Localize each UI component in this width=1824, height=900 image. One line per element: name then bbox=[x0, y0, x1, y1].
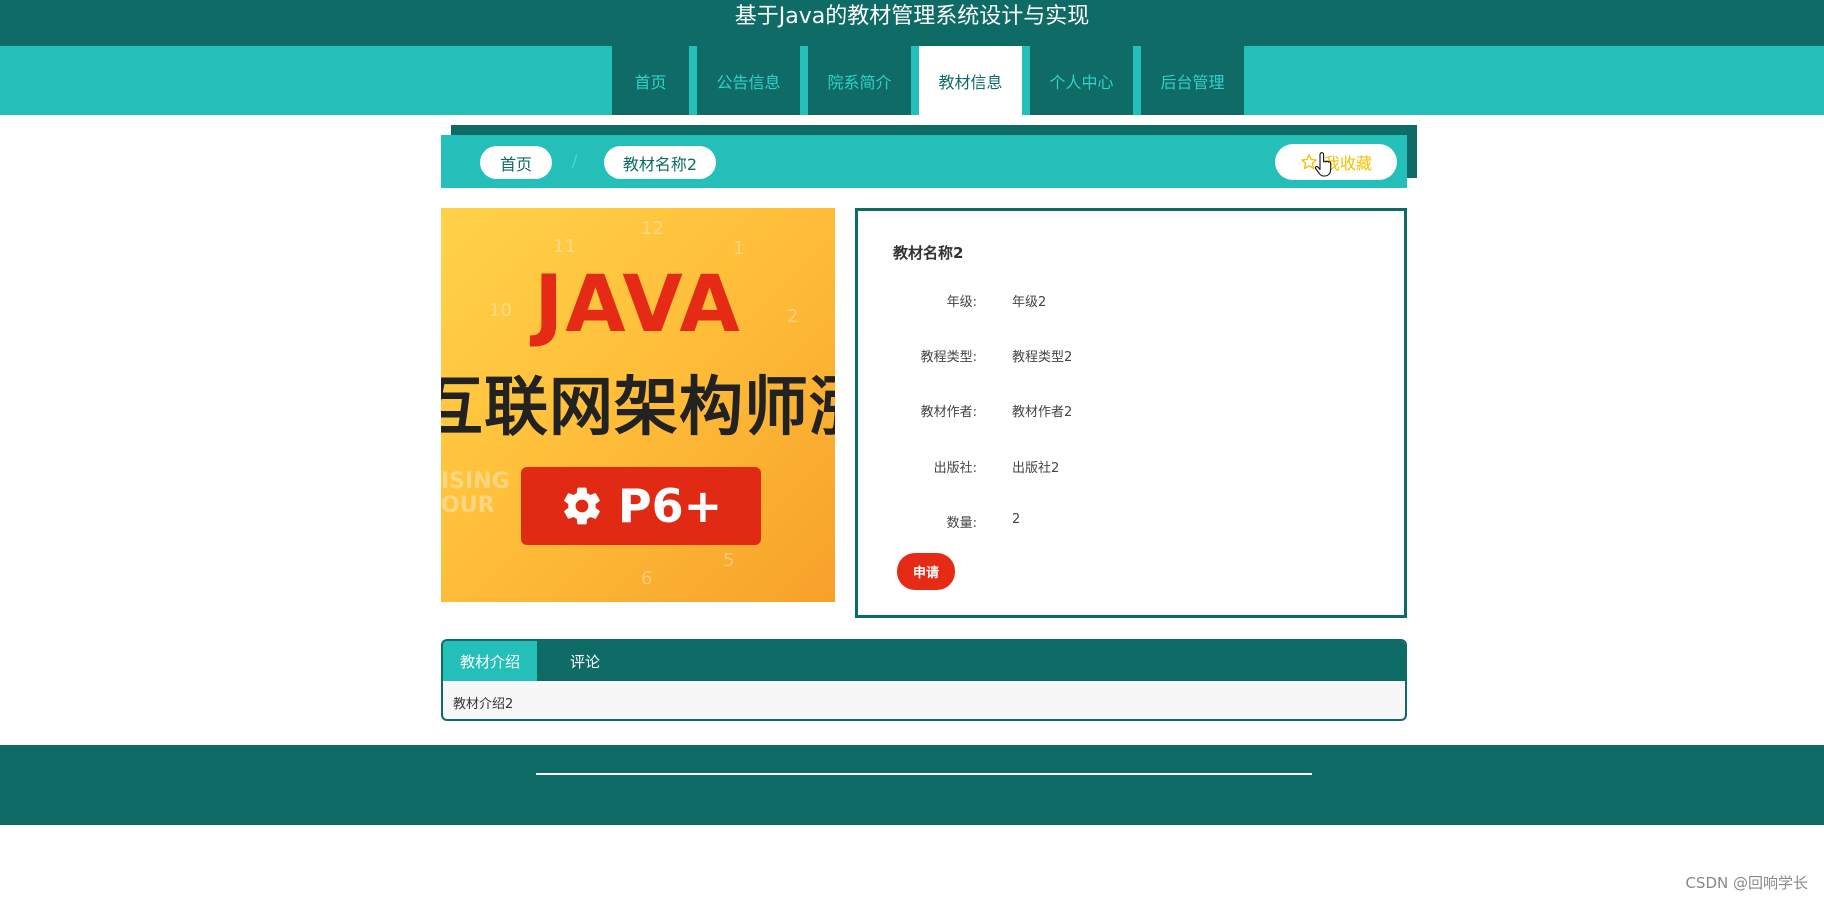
field-value-quantity: 2 bbox=[1012, 512, 1021, 527]
apply-button[interactable]: 申请 bbox=[897, 553, 955, 590]
nav-item-profile[interactable]: 个人中心 bbox=[1030, 46, 1133, 115]
nav-item-announcements[interactable]: 公告信息 bbox=[697, 46, 800, 115]
nav-item-departments[interactable]: 院系简介 bbox=[808, 46, 911, 115]
breadcrumb-current[interactable]: 教材名称2 bbox=[604, 146, 716, 179]
textbook-cover-image: 11 12 1 10 2 6 5 JAVA 互联网架构师涨薪 ISINGOUR … bbox=[441, 208, 835, 602]
nav-item-admin[interactable]: 后台管理 bbox=[1141, 46, 1244, 115]
cover-badge-text: P6+ bbox=[617, 479, 723, 533]
field-value-author: 教材作者2 bbox=[1012, 405, 1073, 420]
nav-item-home[interactable]: 首页 bbox=[612, 46, 689, 115]
field-label-author: 教材作者: bbox=[920, 405, 977, 420]
watermark: CSDN @回响学长 bbox=[1685, 874, 1808, 892]
site-title: 基于Java的教材管理系统设计与实现 bbox=[734, 4, 1090, 29]
breadcrumb-separator: / bbox=[572, 151, 578, 170]
tab-content-text: 教材介绍2 bbox=[453, 697, 514, 712]
field-label-grade: 年级: bbox=[946, 295, 977, 310]
field-label-quantity: 数量: bbox=[946, 516, 977, 531]
info-tabs: 教材介绍 评论 教材介绍2 bbox=[441, 639, 1407, 721]
gear-icon bbox=[564, 487, 600, 525]
field-label-course-type: 教程类型: bbox=[920, 350, 977, 365]
field-value-course-type: 教程类型2 bbox=[1012, 350, 1073, 365]
footer bbox=[0, 745, 1824, 825]
breadcrumb bbox=[441, 135, 1407, 188]
breadcrumb-home[interactable]: 首页 bbox=[480, 146, 552, 179]
main-nav: 首页 公告信息 院系简介 教材信息 个人中心 后台管理 bbox=[612, 46, 1244, 115]
field-label-publisher: 出版社: bbox=[933, 461, 977, 476]
favorite-button[interactable]: 我收藏 bbox=[1275, 144, 1397, 180]
field-value-grade: 年级2 bbox=[1012, 295, 1047, 310]
tab-comments[interactable]: 评论 bbox=[537, 641, 633, 681]
footer-divider bbox=[536, 773, 1312, 775]
tab-introduction[interactable]: 教材介绍 bbox=[443, 641, 537, 681]
cover-headline: JAVA bbox=[534, 260, 742, 350]
cover-subtitle: 互联网架构师涨薪 bbox=[441, 371, 835, 445]
hand-cursor-icon bbox=[1314, 152, 1332, 177]
field-value-publisher: 出版社2 bbox=[1012, 461, 1060, 476]
nav-item-textbooks[interactable]: 教材信息 bbox=[919, 46, 1022, 115]
cover-side-text: ISING OUR bbox=[441, 469, 510, 518]
detail-title: 教材名称2 bbox=[893, 244, 964, 262]
cover-badge: P6+ bbox=[521, 467, 761, 545]
